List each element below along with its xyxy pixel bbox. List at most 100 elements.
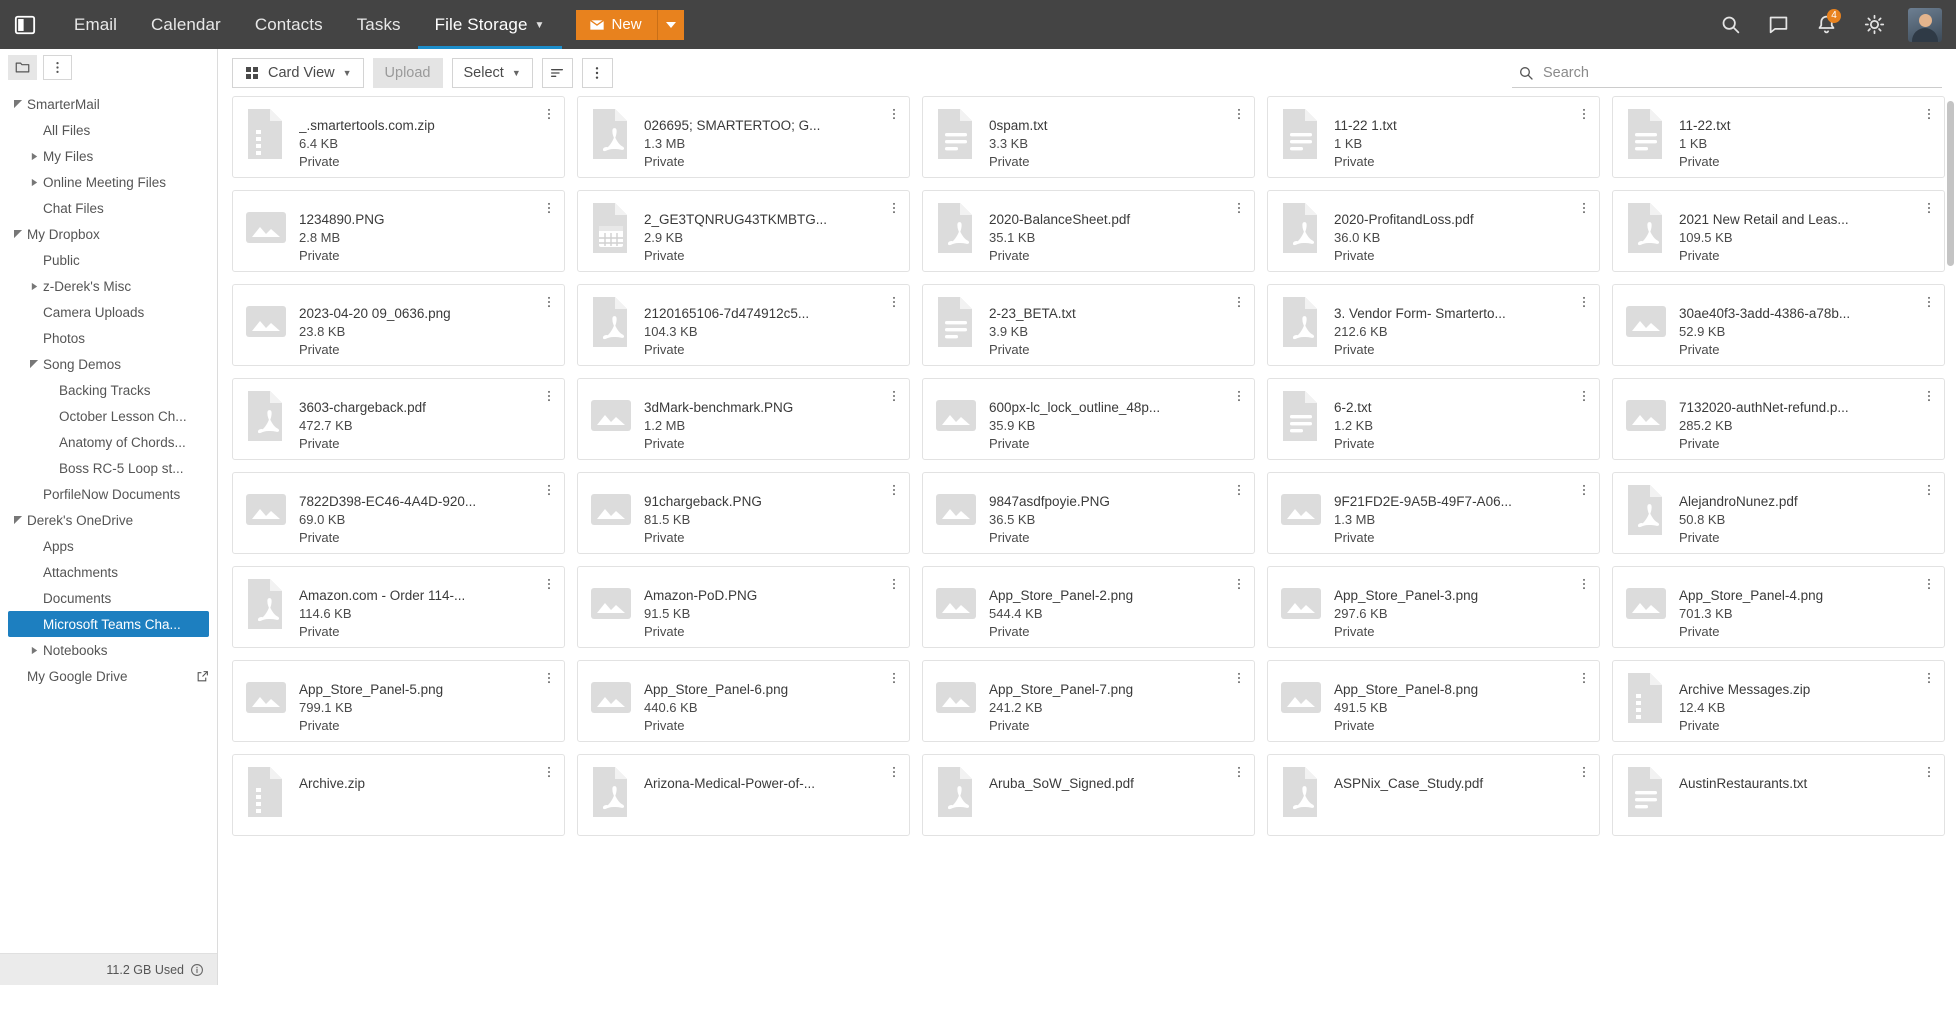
sidebar-item-backing-tracks[interactable]: Backing Tracks: [0, 377, 217, 403]
sidebar-more-button[interactable]: [43, 55, 72, 80]
file-card[interactable]: 7132020-authNet-refund.p... 285.2 KB Priva…: [1612, 378, 1945, 460]
new-button[interactable]: New: [575, 9, 658, 40]
file-card-menu-button[interactable]: [1573, 384, 1595, 408]
nav-item-email[interactable]: Email: [57, 0, 134, 49]
select-button[interactable]: Select ▼: [451, 57, 533, 88]
file-card[interactable]: App_Store_Panel-2.png 544.4 KB Private: [922, 566, 1255, 648]
sort-button[interactable]: [541, 57, 573, 88]
sidebar-item-october-lesson-ch[interactable]: October Lesson Ch...: [0, 403, 217, 429]
sidebar-item-microsoft-teams-cha[interactable]: Microsoft Teams Cha...: [8, 611, 209, 637]
file-card-menu-button[interactable]: [1228, 478, 1250, 502]
file-card[interactable]: 600px-lc_lock_outline_48p... 35.9 KB Priva…: [922, 378, 1255, 460]
file-card[interactable]: 6-2.txt 1.2 KB Private: [1267, 378, 1600, 460]
file-card-menu-button[interactable]: [883, 478, 905, 502]
info-icon[interactable]: [190, 963, 204, 977]
file-card[interactable]: Aruba_SoW_Signed.pdf: [922, 754, 1255, 836]
file-card-menu-button[interactable]: [538, 760, 560, 784]
file-card[interactable]: AustinRestaurants.txt: [1612, 754, 1945, 836]
sidebar-item-derek-s-onedrive[interactable]: Derek's OneDrive: [0, 507, 217, 533]
file-card-menu-button[interactable]: [1918, 290, 1940, 314]
sidebar-item-z-derek-s-misc[interactable]: z-Derek's Misc: [0, 273, 217, 299]
file-card[interactable]: _.smartertools.com.zip 6.4 KB Private: [232, 96, 565, 178]
file-card-menu-button[interactable]: [1573, 666, 1595, 690]
nav-item-contacts[interactable]: Contacts: [238, 0, 340, 49]
file-card-menu-button[interactable]: [1918, 760, 1940, 784]
twisty-collapsed-icon[interactable]: [30, 646, 43, 655]
sidebar-item-boss-rc-5-loop-st[interactable]: Boss RC-5 Loop st...: [0, 455, 217, 481]
sidebar-item-song-demos[interactable]: Song Demos: [0, 351, 217, 377]
file-card[interactable]: 2-23_BETA.txt 3.9 KB Private: [922, 284, 1255, 366]
sidebar-item-camera-uploads[interactable]: Camera Uploads: [0, 299, 217, 325]
file-card[interactable]: Archive.zip: [232, 754, 565, 836]
file-card[interactable]: AlejandroNunez.pdf 50.8 KB Private: [1612, 472, 1945, 554]
nav-item-file-storage[interactable]: File Storage ▼: [417, 0, 562, 49]
file-card-menu-button[interactable]: [1228, 290, 1250, 314]
twisty-expanded-icon[interactable]: [14, 229, 27, 239]
file-card[interactable]: App_Store_Panel-4.png 701.3 KB Private: [1612, 566, 1945, 648]
nav-item-calendar[interactable]: Calendar: [134, 0, 238, 49]
file-card-menu-button[interactable]: [883, 384, 905, 408]
file-card-menu-button[interactable]: [1228, 102, 1250, 126]
chat-button[interactable]: [1756, 0, 1800, 49]
file-card[interactable]: Arizona-Medical-Power-of-...: [577, 754, 910, 836]
file-card-menu-button[interactable]: [1573, 196, 1595, 220]
sidebar-item-all-files[interactable]: All Files: [0, 117, 217, 143]
toolbar-more-button[interactable]: [581, 57, 613, 88]
file-card[interactable]: 91chargeback.PNG 81.5 KB Private: [577, 472, 910, 554]
sidebar-item-smartermail[interactable]: SmarterMail: [0, 91, 217, 117]
sidebar-item-chat-files[interactable]: Chat Files: [0, 195, 217, 221]
file-card-menu-button[interactable]: [538, 666, 560, 690]
sidebar-item-porfilenow-documents[interactable]: PorfileNow Documents: [0, 481, 217, 507]
notifications-button[interactable]: 4: [1804, 0, 1848, 49]
file-card-menu-button[interactable]: [883, 290, 905, 314]
card-view-button[interactable]: Card View ▼: [232, 57, 364, 88]
file-card[interactable]: Amazon.com - Order 114-... 114.6 KB Privat…: [232, 566, 565, 648]
new-button-dropdown[interactable]: [657, 9, 684, 40]
external-link-icon[interactable]: [196, 670, 209, 683]
scrollbar-thumb[interactable]: [1947, 101, 1954, 266]
twisty-expanded-icon[interactable]: [14, 99, 27, 109]
vertical-scrollbar[interactable]: [1947, 101, 1954, 1026]
file-card-menu-button[interactable]: [538, 384, 560, 408]
file-card[interactable]: 026695; SMARTERTOO; G... 1.3 MB Private: [577, 96, 910, 178]
file-card[interactable]: 3603-chargeback.pdf 472.7 KB Private: [232, 378, 565, 460]
file-card[interactable]: 2023-04-20 09_0636.png 23.8 KB Private: [232, 284, 565, 366]
file-card-menu-button[interactable]: [1573, 478, 1595, 502]
file-card-menu-button[interactable]: [1918, 384, 1940, 408]
file-card-menu-button[interactable]: [1918, 572, 1940, 596]
file-card-menu-button[interactable]: [883, 666, 905, 690]
nav-item-tasks[interactable]: Tasks: [340, 0, 418, 49]
file-card-menu-button[interactable]: [883, 196, 905, 220]
file-card[interactable]: App_Store_Panel-8.png 491.5 KB Private: [1267, 660, 1600, 742]
file-card-menu-button[interactable]: [1573, 102, 1595, 126]
file-card-menu-button[interactable]: [538, 572, 560, 596]
file-card-menu-button[interactable]: [538, 290, 560, 314]
file-card-menu-button[interactable]: [1573, 290, 1595, 314]
file-card-menu-button[interactable]: [1228, 666, 1250, 690]
file-card[interactable]: 11-22.txt 1 KB Private: [1612, 96, 1945, 178]
user-avatar[interactable]: [1908, 7, 1942, 42]
panel-toggle-button[interactable]: [0, 0, 49, 49]
theme-brightness-button[interactable]: [1852, 0, 1896, 49]
file-card-menu-button[interactable]: [1918, 666, 1940, 690]
file-card-menu-button[interactable]: [883, 102, 905, 126]
file-card[interactable]: 2120165106-7d474912c5... 104.3 KB Private: [577, 284, 910, 366]
sidebar-item-online-meeting-files[interactable]: Online Meeting Files: [0, 169, 217, 195]
sidebar-item-apps[interactable]: Apps: [0, 533, 217, 559]
file-card[interactable]: 7822D398-EC46-4A4D-920... 69.0 KB Private: [232, 472, 565, 554]
twisty-expanded-icon[interactable]: [30, 359, 43, 369]
file-card[interactable]: 9847asdfpoyie.PNG 36.5 KB Private: [922, 472, 1255, 554]
file-card[interactable]: 2020-BalanceSheet.pdf 35.1 KB Private: [922, 190, 1255, 272]
file-card[interactable]: 30ae40f3-3add-4386-a78b... 52.9 KB Private: [1612, 284, 1945, 366]
file-card-menu-button[interactable]: [538, 196, 560, 220]
file-card[interactable]: 1234890.PNG 2.8 MB Private: [232, 190, 565, 272]
file-card[interactable]: ASPNix_Case_Study.pdf: [1267, 754, 1600, 836]
twisty-collapsed-icon[interactable]: [30, 152, 43, 161]
file-card-menu-button[interactable]: [883, 572, 905, 596]
twisty-collapsed-icon[interactable]: [30, 178, 43, 187]
sidebar-item-my-google-drive[interactable]: My Google Drive: [0, 663, 217, 689]
file-card[interactable]: Amazon-PoD.PNG 91.5 KB Private: [577, 566, 910, 648]
file-card-menu-button[interactable]: [1228, 572, 1250, 596]
sidebar-item-my-dropbox[interactable]: My Dropbox: [0, 221, 217, 247]
file-card[interactable]: 11-22 1.txt 1 KB Private: [1267, 96, 1600, 178]
